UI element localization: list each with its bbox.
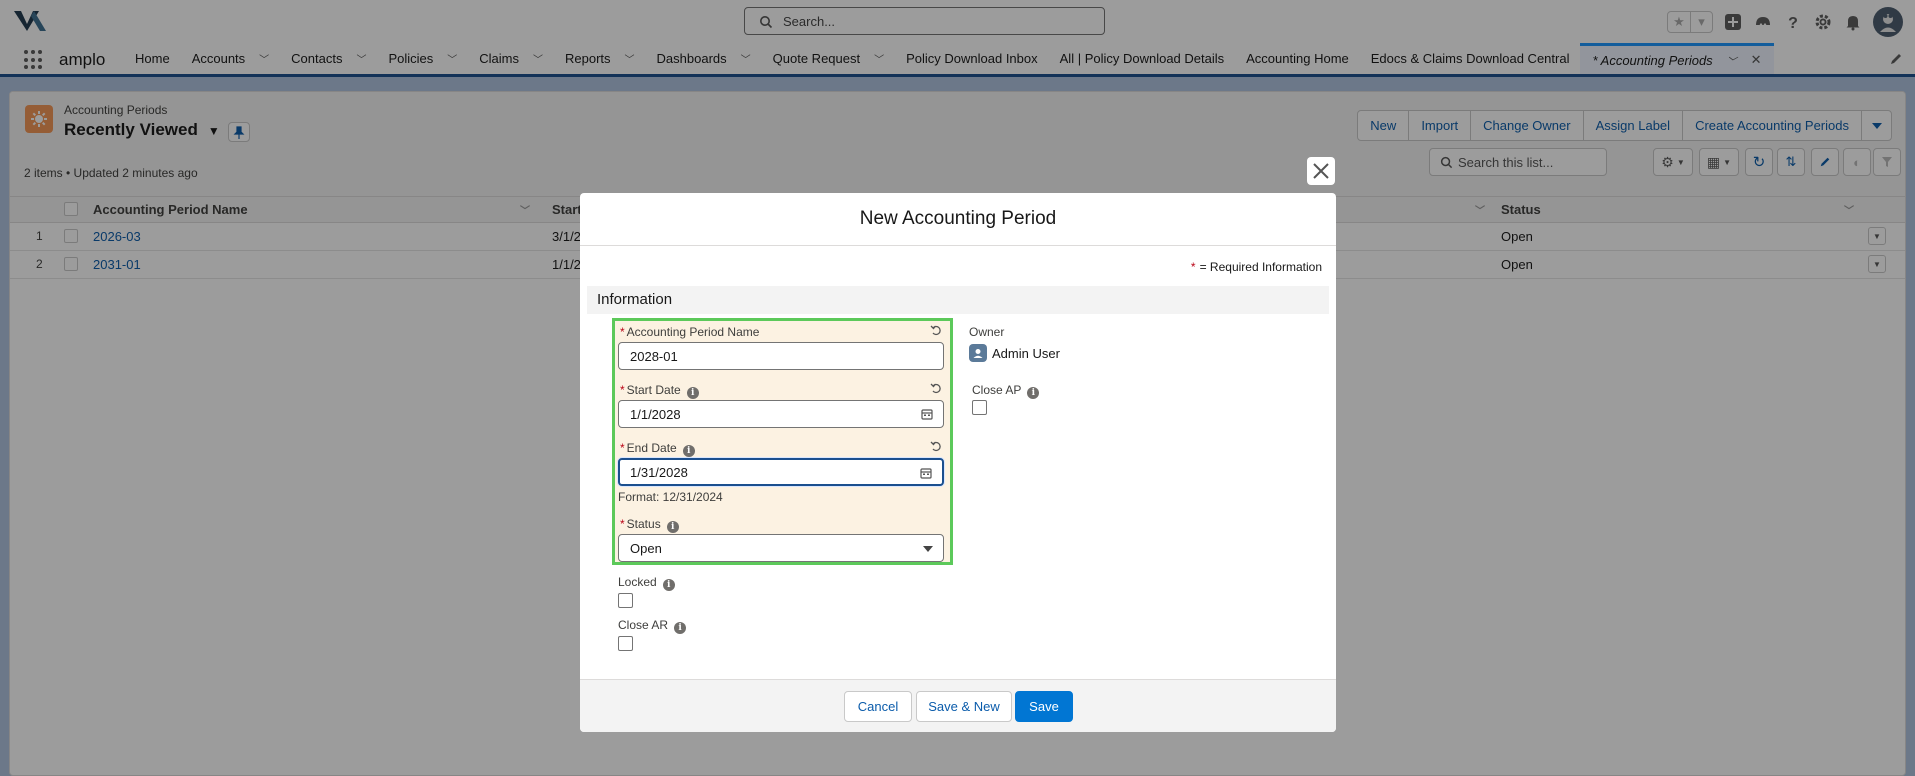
info-icon[interactable]: i bbox=[674, 622, 687, 634]
info-icon[interactable]: i bbox=[1027, 387, 1040, 399]
new-record-modal: New Accounting Period * = Required Inform… bbox=[580, 193, 1336, 732]
close-ar-label: Close AR i bbox=[618, 618, 687, 634]
undo-icon[interactable] bbox=[930, 324, 942, 336]
required-star: * bbox=[1190, 260, 1196, 274]
calendar-icon[interactable] bbox=[921, 408, 933, 420]
close-ap-label: Close AP i bbox=[972, 383, 1040, 399]
accounting-period-name-label: * Accounting Period Name bbox=[620, 325, 760, 339]
close-modal-button[interactable] bbox=[1307, 157, 1335, 185]
section-information[interactable]: Information bbox=[587, 286, 1329, 314]
modal-footer: Cancel Save & New Save bbox=[580, 679, 1336, 732]
start-date-input[interactable]: 1/1/2028 bbox=[618, 400, 944, 428]
info-icon[interactable]: i bbox=[666, 521, 679, 533]
end-date-input[interactable]: 1/31/2028 bbox=[618, 458, 944, 486]
info-icon[interactable]: i bbox=[662, 579, 675, 591]
cancel-button[interactable]: Cancel bbox=[844, 691, 912, 722]
owner-value: Admin User bbox=[969, 344, 1060, 362]
end-date-label: * End Date i bbox=[620, 441, 695, 457]
undo-icon[interactable] bbox=[930, 382, 942, 394]
info-icon[interactable]: i bbox=[682, 445, 695, 457]
save-button[interactable]: Save bbox=[1015, 691, 1073, 722]
required-info-legend: * = Required Information bbox=[1190, 260, 1322, 274]
user-avatar-icon bbox=[969, 344, 987, 362]
end-date-format-hint: Format: 12/31/2024 bbox=[618, 490, 723, 504]
owner-name: Admin User bbox=[992, 345, 1060, 361]
calendar-icon[interactable] bbox=[920, 467, 932, 479]
modal-title: New Accounting Period bbox=[580, 193, 1336, 246]
close-ap-checkbox[interactable] bbox=[972, 400, 987, 415]
close-icon bbox=[1313, 163, 1329, 179]
undo-icon[interactable] bbox=[930, 440, 942, 452]
accounting-period-name-input[interactable]: 2028-01 bbox=[618, 342, 944, 370]
save-and-new-button[interactable]: Save & New bbox=[916, 691, 1012, 722]
close-ar-checkbox[interactable] bbox=[618, 636, 633, 651]
locked-label: Locked i bbox=[618, 575, 675, 591]
status-label: * Status i bbox=[620, 517, 679, 533]
info-icon[interactable]: i bbox=[686, 387, 699, 399]
locked-checkbox[interactable] bbox=[618, 593, 633, 608]
chevron-down-icon bbox=[923, 546, 933, 552]
status-select[interactable]: Open bbox=[618, 534, 944, 562]
owner-label: Owner bbox=[969, 325, 1005, 339]
start-date-label: * Start Date i bbox=[620, 383, 699, 399]
